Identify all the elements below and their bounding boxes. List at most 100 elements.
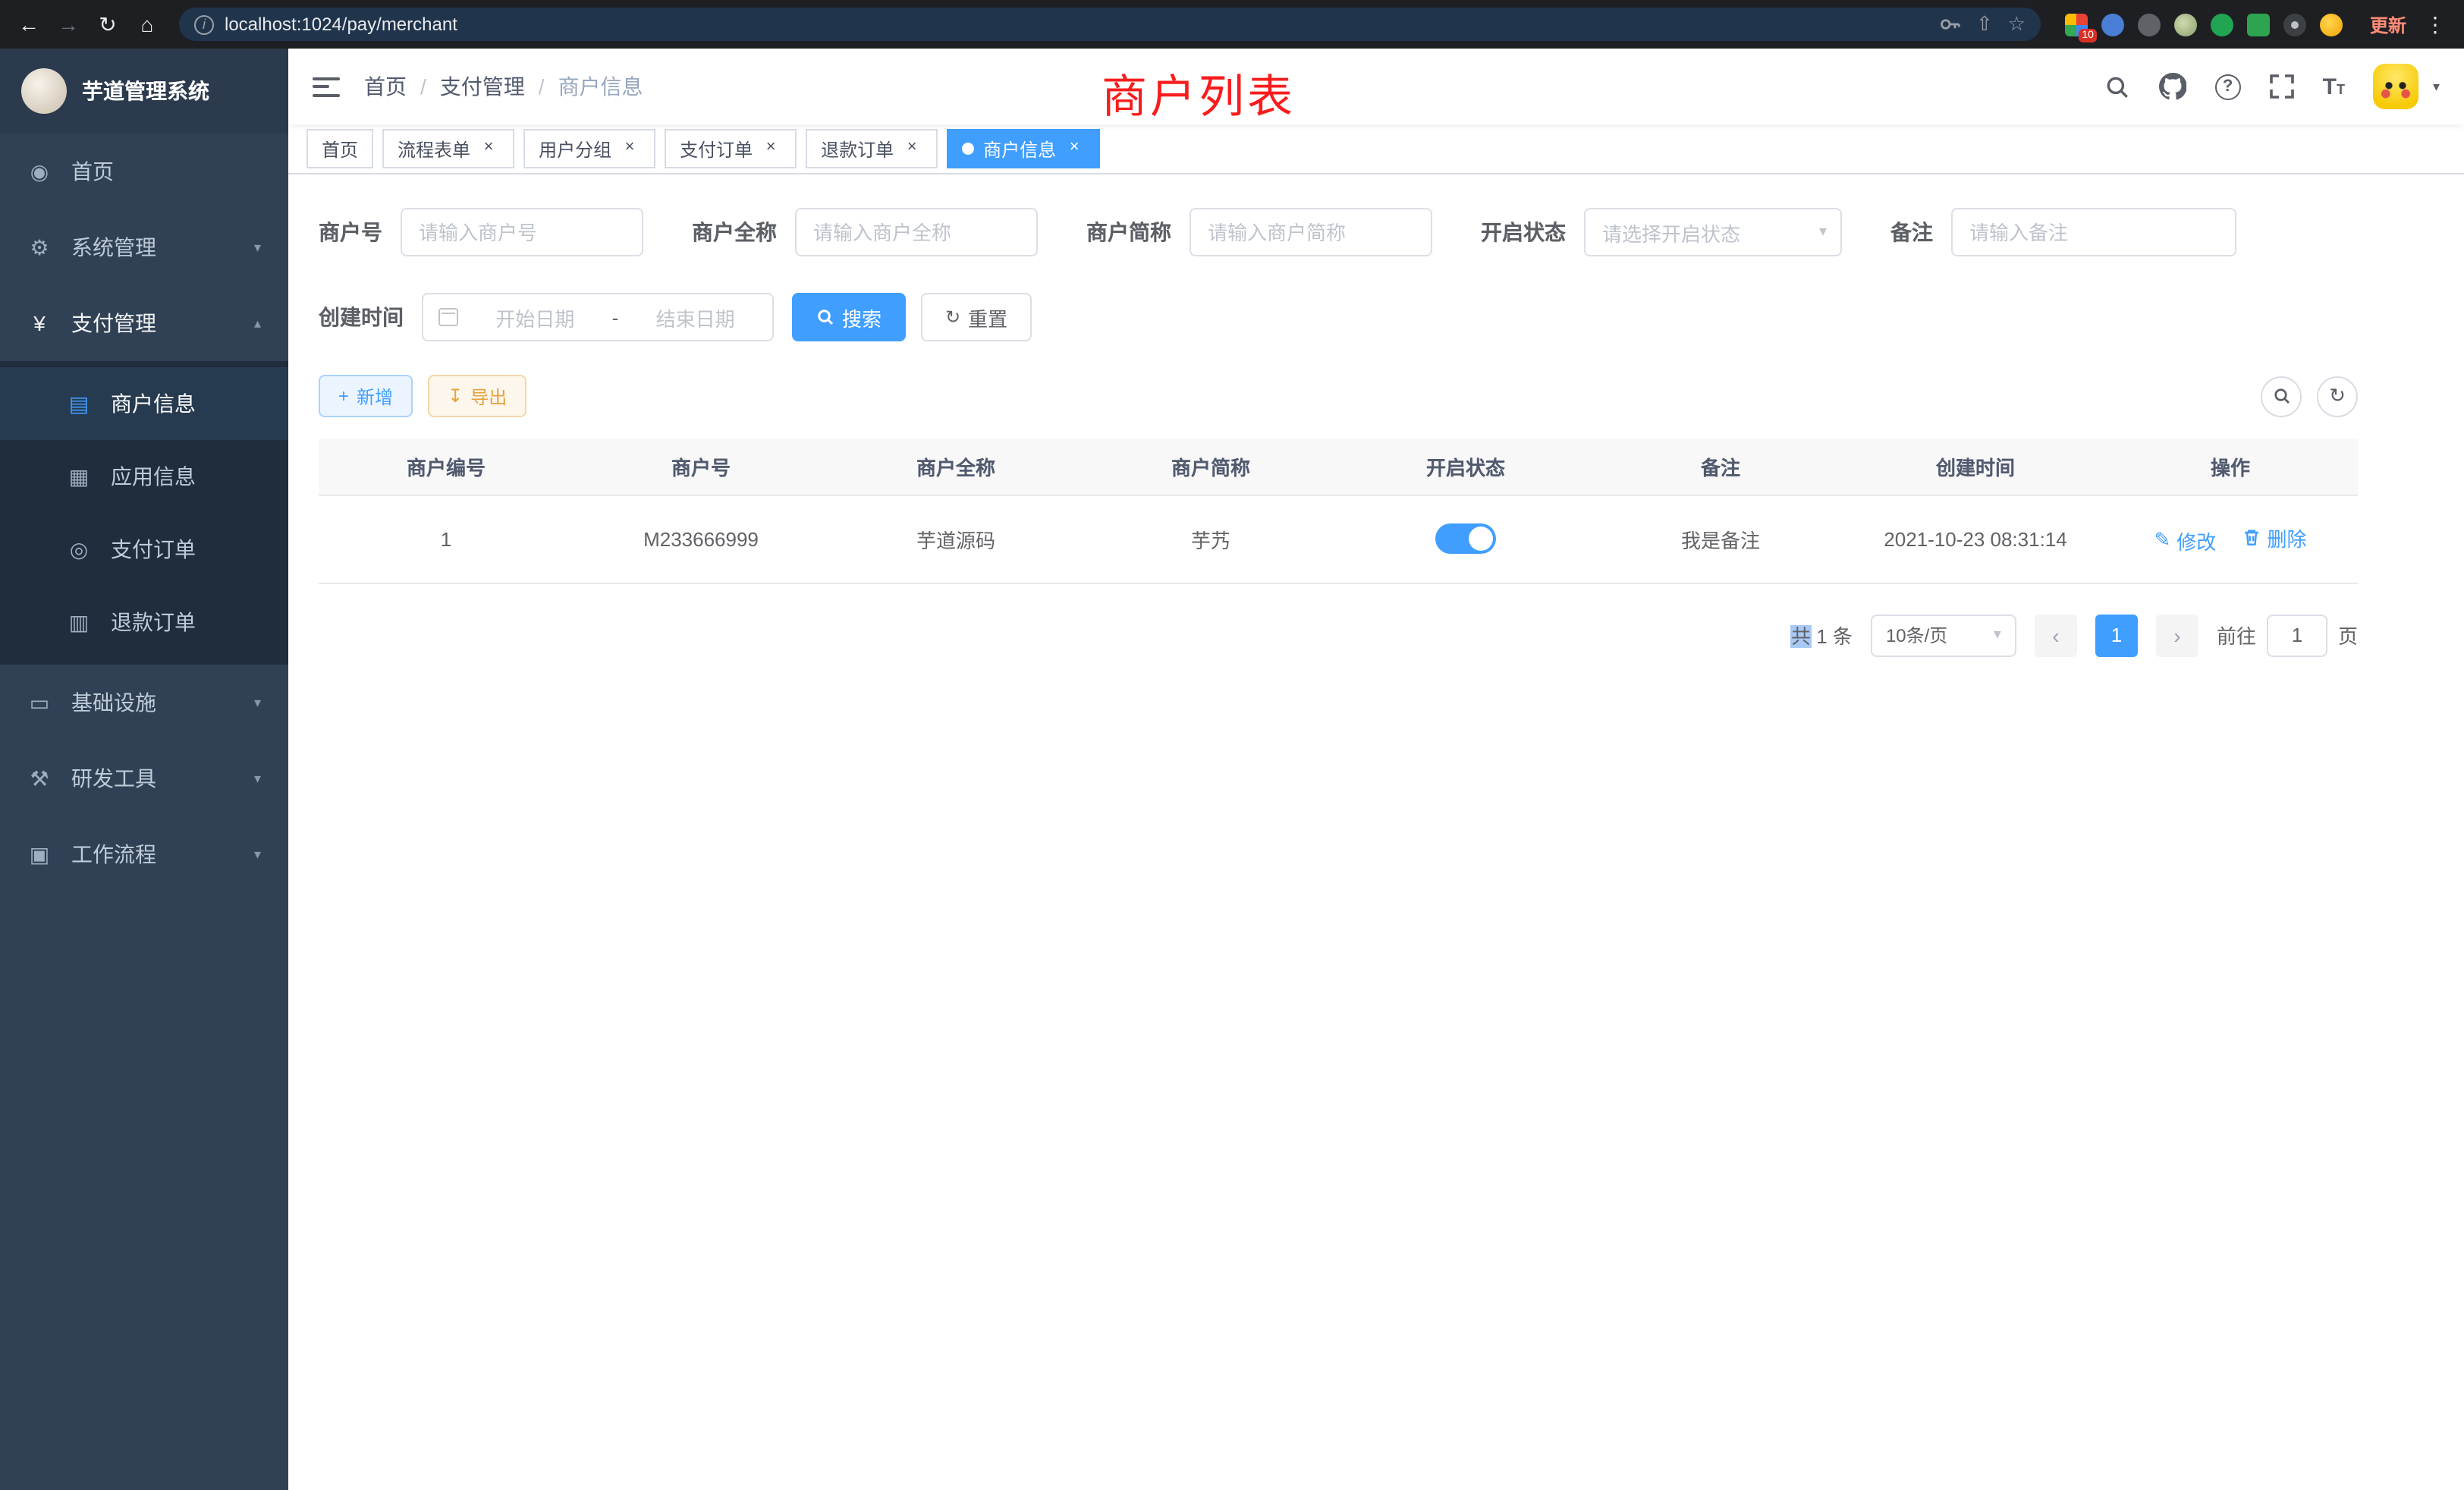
card-icon: ▤ bbox=[67, 391, 91, 417]
extensions-puzzle-icon[interactable]: 10 bbox=[2065, 13, 2088, 36]
avatar-caret-icon[interactable]: ▾ bbox=[2433, 78, 2440, 95]
delete-link[interactable]: 删除 bbox=[2243, 523, 2307, 552]
tools-icon: ⚒ bbox=[27, 765, 52, 791]
back-icon[interactable]: ← bbox=[12, 8, 46, 41]
sidebar-item-label: 系统管理 bbox=[71, 232, 156, 262]
forward-icon[interactable]: → bbox=[52, 8, 85, 41]
bookmark-star-icon[interactable]: ☆ bbox=[2008, 12, 2026, 36]
tags-view: 首页 流程表单× 用户分组× 支付订单× 退款订单× 商户信息× bbox=[288, 124, 2464, 174]
tab-merchant-info[interactable]: 商户信息× bbox=[947, 129, 1100, 168]
close-icon[interactable]: × bbox=[619, 138, 640, 159]
sidebar-item-dev-tools[interactable]: ⚒ 研发工具 ▾ bbox=[0, 740, 288, 816]
short-name-input[interactable] bbox=[1190, 208, 1432, 256]
sidebar-item-workflow[interactable]: ▣ 工作流程 ▾ bbox=[0, 816, 288, 892]
address-bar[interactable]: i localhost:1024/pay/merchant ⇧ ☆ bbox=[179, 8, 2041, 41]
tab-refund-order[interactable]: 退款订单× bbox=[806, 129, 938, 168]
sidebar-item-home[interactable]: ◉ 首页 bbox=[0, 134, 288, 209]
date-separator: - bbox=[612, 306, 619, 328]
close-icon[interactable]: × bbox=[1064, 138, 1085, 159]
tab-pay-order[interactable]: 支付订单× bbox=[665, 129, 797, 168]
home-icon[interactable]: ⌂ bbox=[130, 8, 164, 41]
yen-icon: ¥ bbox=[27, 311, 52, 335]
end-date-placeholder: 结束日期 bbox=[633, 303, 757, 332]
chrome-update-button[interactable]: 更新 bbox=[2358, 8, 2418, 40]
reload-icon[interactable]: ↻ bbox=[91, 8, 124, 41]
font-size-icon[interactable]: TT bbox=[2323, 75, 2345, 98]
date-range-picker[interactable]: 开始日期 - 结束日期 bbox=[422, 293, 774, 341]
page-unit-label: 页 bbox=[2338, 621, 2358, 649]
edit-link[interactable]: ✎ 修改 bbox=[2154, 526, 2216, 555]
search-icon bbox=[2272, 387, 2290, 405]
pencil-icon: ✎ bbox=[2154, 528, 2170, 552]
table-row: 1 M233666999 芋道源码 芋艿 我是备注 2021-10-23 08:… bbox=[319, 495, 2358, 583]
tab-process-form[interactable]: 流程表单× bbox=[382, 129, 514, 168]
screen: ← → ↻ ⌂ i localhost:1024/pay/merchant ⇧ … bbox=[0, 0, 2464, 1490]
next-page-button[interactable]: › bbox=[2156, 614, 2198, 656]
sidebar-item-system[interactable]: ⚙ 系统管理 ▾ bbox=[0, 209, 288, 285]
sidebar-item-label: 商户信息 bbox=[111, 388, 196, 419]
sidebar-item-pay-order[interactable]: ◎ 支付订单 bbox=[0, 513, 288, 586]
profile-avatar-icon[interactable] bbox=[2320, 13, 2343, 36]
column-header: 商户简称 bbox=[1083, 439, 1338, 495]
status-toggle[interactable] bbox=[1435, 523, 1496, 554]
key-icon[interactable] bbox=[1940, 14, 1961, 35]
search-button[interactable]: 搜索 bbox=[792, 293, 906, 341]
merchant-table: 商户编号 商户号 商户全称 商户简称 开启状态 备注 创建时间 操作 1 bbox=[319, 439, 2358, 583]
tab-label: 首页 bbox=[322, 136, 358, 162]
chevron-down-icon: ▾ bbox=[254, 846, 261, 863]
tab-home[interactable]: 首页 bbox=[306, 129, 373, 168]
browser-menu-icon[interactable]: ⋮ bbox=[2425, 11, 2452, 37]
goto-page-input[interactable] bbox=[2267, 614, 2327, 656]
sidebar-item-label: 首页 bbox=[71, 156, 114, 187]
toggle-search-button[interactable] bbox=[2261, 376, 2302, 417]
sidebar-item-label: 退款订单 bbox=[111, 607, 196, 637]
page-size-select[interactable]: 10条/页 ▾ bbox=[1871, 614, 2016, 656]
close-icon[interactable]: × bbox=[760, 138, 781, 159]
page-1-button[interactable]: 1 bbox=[2095, 614, 2138, 656]
url-text[interactable]: localhost:1024/pay/merchant bbox=[225, 14, 1929, 35]
breadcrumb-home[interactable]: 首页 bbox=[364, 71, 407, 102]
close-icon[interactable]: × bbox=[901, 138, 922, 159]
breadcrumb: 首页 / 支付管理 / 商户信息 bbox=[364, 71, 643, 102]
remark-input[interactable] bbox=[1951, 208, 2236, 256]
export-button[interactable]: ↧ 导出 bbox=[428, 375, 526, 417]
filter-row-1: 商户号 商户全称 商户简称 开启状态 请选择开启状态 bbox=[319, 208, 2358, 256]
export-button-label: 导出 bbox=[470, 383, 507, 409]
add-button[interactable]: + 新增 bbox=[319, 375, 413, 417]
extension-icon[interactable] bbox=[2101, 13, 2124, 36]
close-icon[interactable]: × bbox=[478, 138, 499, 159]
extension-icon[interactable] bbox=[2211, 13, 2233, 36]
github-icon[interactable] bbox=[2159, 73, 2186, 100]
help-icon[interactable]: ? bbox=[2215, 74, 2241, 99]
user-avatar[interactable] bbox=[2374, 64, 2419, 109]
merchant-no-input[interactable] bbox=[401, 208, 643, 256]
table-header-row: 商户编号 商户号 商户全称 商户简称 开启状态 备注 创建时间 操作 bbox=[319, 439, 2358, 495]
fullscreen-icon[interactable] bbox=[2270, 74, 2294, 99]
briefcase-icon: ▣ bbox=[27, 841, 52, 867]
sidebar-item-app-info[interactable]: ▦ 应用信息 bbox=[0, 440, 288, 513]
edit-link-label: 修改 bbox=[2176, 526, 2216, 555]
site-info-icon[interactable]: i bbox=[194, 14, 214, 34]
sidebar-item-refund-order[interactable]: ▥ 退款订单 bbox=[0, 586, 288, 659]
extension-icon[interactable] bbox=[2138, 13, 2161, 36]
extension-icon[interactable] bbox=[2174, 13, 2197, 36]
breadcrumb-payment[interactable]: 支付管理 bbox=[440, 71, 525, 102]
tab-user-group[interactable]: 用户分组× bbox=[523, 129, 655, 168]
extension-icon[interactable] bbox=[2283, 13, 2306, 36]
share-icon[interactable]: ⇧ bbox=[1976, 12, 1993, 36]
status-select[interactable]: 请选择开启状态 ▾ bbox=[1584, 208, 1842, 256]
sidebar-item-merchant-info[interactable]: ▤ 商户信息 bbox=[0, 367, 288, 440]
sidebar-item-payment[interactable]: ¥ 支付管理 ▴ bbox=[0, 285, 288, 361]
sidebar-item-infrastructure[interactable]: ▭ 基础设施 ▾ bbox=[0, 665, 288, 740]
add-button-label: 新增 bbox=[357, 383, 393, 409]
prev-page-button[interactable]: ‹ bbox=[2035, 614, 2077, 656]
full-name-input[interactable] bbox=[795, 208, 1038, 256]
dashboard-icon: ◉ bbox=[27, 159, 52, 184]
sidebar-logo[interactable]: 芋道管理系统 bbox=[0, 49, 288, 134]
browser-toolbar: ← → ↻ ⌂ i localhost:1024/pay/merchant ⇧ … bbox=[0, 0, 2464, 49]
search-icon[interactable] bbox=[2104, 74, 2130, 99]
refresh-table-button[interactable]: ↻ bbox=[2317, 376, 2358, 417]
hamburger-icon[interactable] bbox=[313, 77, 340, 96]
extension-icon[interactable] bbox=[2247, 13, 2270, 36]
reset-button[interactable]: ↻ 重置 bbox=[921, 293, 1032, 341]
